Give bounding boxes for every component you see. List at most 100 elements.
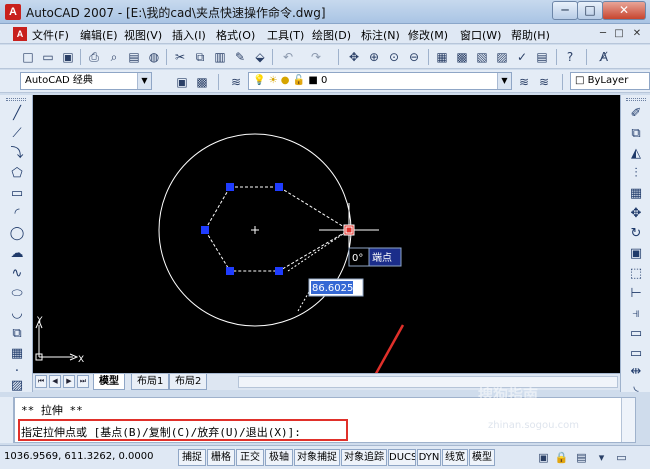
first-tab-icon[interactable]: ⏮	[35, 375, 47, 388]
new-file-icon[interactable]: □	[20, 49, 36, 65]
layer-manager-icon[interactable]: ≋	[228, 74, 244, 90]
close-button[interactable]: ✕	[602, 1, 646, 20]
offset-icon[interactable]: ⫶	[627, 165, 645, 182]
menu-window[interactable]: 窗口(W)	[460, 27, 501, 43]
next-tab-icon[interactable]: ▶	[63, 375, 75, 388]
menu-arrow-icon[interactable]: ▾	[594, 450, 609, 465]
drawing-canvas[interactable]: 0° 端点 86.6025 Y X	[33, 95, 620, 373]
snap-toggle[interactable]: 捕捉	[178, 449, 206, 466]
insert-block-icon[interactable]: ⧉	[8, 325, 26, 342]
scale-icon[interactable]: ▣	[627, 245, 645, 262]
hatch-icon[interactable]: ▨	[8, 377, 26, 394]
mirror-icon[interactable]: ◭	[627, 145, 645, 162]
last-tab-icon[interactable]: ⏭	[77, 375, 89, 388]
tab-model[interactable]: 模型	[93, 374, 125, 390]
save-icon[interactable]: ▣	[60, 49, 76, 65]
publish-web-icon[interactable]: ◍	[146, 49, 162, 65]
fillet-icon[interactable]: ◟	[627, 378, 645, 395]
chevron-down-icon[interactable]: ▼	[137, 73, 151, 89]
workspace-save-icon[interactable]: ▩	[194, 74, 210, 90]
maximize-button[interactable]: □	[577, 1, 603, 20]
array-icon[interactable]: ▦	[627, 185, 645, 202]
model-toggle[interactable]: 模型	[469, 449, 495, 466]
stretch-icon[interactable]: ⬚	[627, 265, 645, 282]
menu-insert[interactable]: 插入(I)	[172, 27, 206, 43]
ellipse-arc-icon[interactable]: ◡	[8, 305, 26, 322]
make-layer-current-icon[interactable]: ≋	[516, 74, 532, 90]
menu-view[interactable]: 视图(V)	[124, 27, 162, 43]
menu-help[interactable]: 帮助(H)	[511, 27, 550, 43]
command-scrollbar[interactable]	[621, 398, 635, 442]
menu-edit[interactable]: 编辑(E)	[80, 27, 118, 43]
tray-settings-icon[interactable]: ▤	[574, 450, 589, 465]
move-icon[interactable]: ✥	[627, 205, 645, 222]
paste-icon[interactable]: ▥	[212, 49, 228, 65]
command-window-grip[interactable]	[0, 397, 14, 443]
undo-icon[interactable]: ↶	[280, 49, 296, 65]
match-properties-icon[interactable]: ✎	[232, 49, 248, 65]
block-editor-icon[interactable]: ⬙	[252, 49, 268, 65]
design-center-icon[interactable]: ▩	[454, 49, 470, 65]
tool-palettes-icon[interactable]: ▧	[474, 49, 490, 65]
sheet-set-icon[interactable]: ▨	[494, 49, 510, 65]
hexagon-outline[interactable]	[204, 186, 350, 272]
angle-input[interactable]: 0°	[352, 253, 363, 264]
lock-icon[interactable]: 🔒	[554, 450, 569, 465]
tab-layout1[interactable]: 布局1	[131, 374, 170, 390]
extend-icon[interactable]: ⫣	[627, 305, 645, 322]
mdi-minimize-button[interactable]: ─	[596, 27, 610, 41]
chevron-down-icon[interactable]: ▼	[497, 73, 511, 89]
grip-cold[interactable]	[201, 226, 209, 234]
calculator-icon[interactable]: ▤	[534, 49, 550, 65]
grid-toggle[interactable]: 栅格	[207, 449, 235, 466]
minimize-button[interactable]: ─	[552, 1, 578, 20]
grip-cold[interactable]	[226, 267, 234, 275]
line-icon[interactable]: ╱	[8, 105, 26, 122]
trim-icon[interactable]: ⊢	[627, 285, 645, 302]
menu-tools[interactable]: 工具(T)	[267, 27, 304, 43]
mdi-restore-button[interactable]: □	[612, 27, 626, 41]
copy-object-icon[interactable]: ⧉	[627, 125, 645, 142]
polygon-icon[interactable]: ⬠	[8, 165, 26, 182]
redo-icon[interactable]: ↷	[308, 49, 324, 65]
dimension-input[interactable]: 86.6025	[312, 283, 353, 294]
circle-icon[interactable]: ◯	[8, 225, 26, 242]
print-preview-icon[interactable]: ⌕	[106, 49, 122, 65]
polyline-icon[interactable]: ⤵	[8, 145, 26, 162]
zoom-previous-icon[interactable]: ⊖	[406, 49, 422, 65]
layer-select[interactable]: 💡 ☀ ● 🔓 ■ 0 ▼	[248, 72, 512, 90]
lineweight-toggle[interactable]: 线宽	[442, 449, 468, 466]
menu-file[interactable]: 文件(F)	[32, 27, 69, 43]
zoom-window-icon[interactable]: ⊙	[386, 49, 402, 65]
grip-cold[interactable]	[275, 183, 283, 191]
polar-toggle[interactable]: 极轴	[265, 449, 293, 466]
erase-icon[interactable]: ✐	[627, 105, 645, 122]
markup-icon[interactable]: ✓	[514, 49, 530, 65]
mdi-close-button[interactable]: ✕	[630, 27, 644, 41]
print-icon[interactable]: ⎙	[86, 49, 102, 65]
linetype-select[interactable]: □ ByLayer	[570, 72, 650, 90]
menu-draw[interactable]: 绘图(D)	[312, 27, 351, 43]
layer-previous-icon[interactable]: ≋	[536, 74, 552, 90]
tab-layout2[interactable]: 布局2	[169, 374, 208, 390]
toolbar-grip[interactable]	[6, 98, 26, 101]
publish-icon[interactable]: ▤	[126, 49, 142, 65]
join-icon[interactable]: ▭	[627, 345, 645, 362]
text-style-icon[interactable]: A̸	[596, 49, 612, 65]
command-prompt[interactable]: 指定拉伸点或 [基点(B)/复制(C)/放弃(U)/退出(X)]:	[21, 424, 301, 440]
properties-icon[interactable]: ▦	[434, 49, 450, 65]
workspace-select[interactable]: AutoCAD 经典 ▼	[20, 72, 152, 90]
zoom-realtime-icon[interactable]: ⊕	[366, 49, 382, 65]
grip-cold[interactable]	[226, 183, 234, 191]
copy-icon[interactable]: ⧉	[192, 49, 208, 65]
help-icon[interactable]: ?	[562, 49, 578, 65]
horizontal-scrollbar[interactable]	[238, 376, 618, 388]
ellipse-icon[interactable]: ⬭	[8, 285, 26, 302]
coordinates-readout[interactable]: 1036.9569, 611.3262, 0.0000	[4, 451, 154, 462]
workspace-settings-icon[interactable]: ▣	[174, 74, 190, 90]
break-icon[interactable]: ▭	[627, 325, 645, 342]
rectangle-icon[interactable]: ▭	[8, 185, 26, 202]
arc-icon[interactable]: ◜	[8, 205, 26, 222]
dyn-toggle[interactable]: DYN	[417, 449, 441, 466]
menu-dimension[interactable]: 标注(N)	[361, 27, 400, 43]
